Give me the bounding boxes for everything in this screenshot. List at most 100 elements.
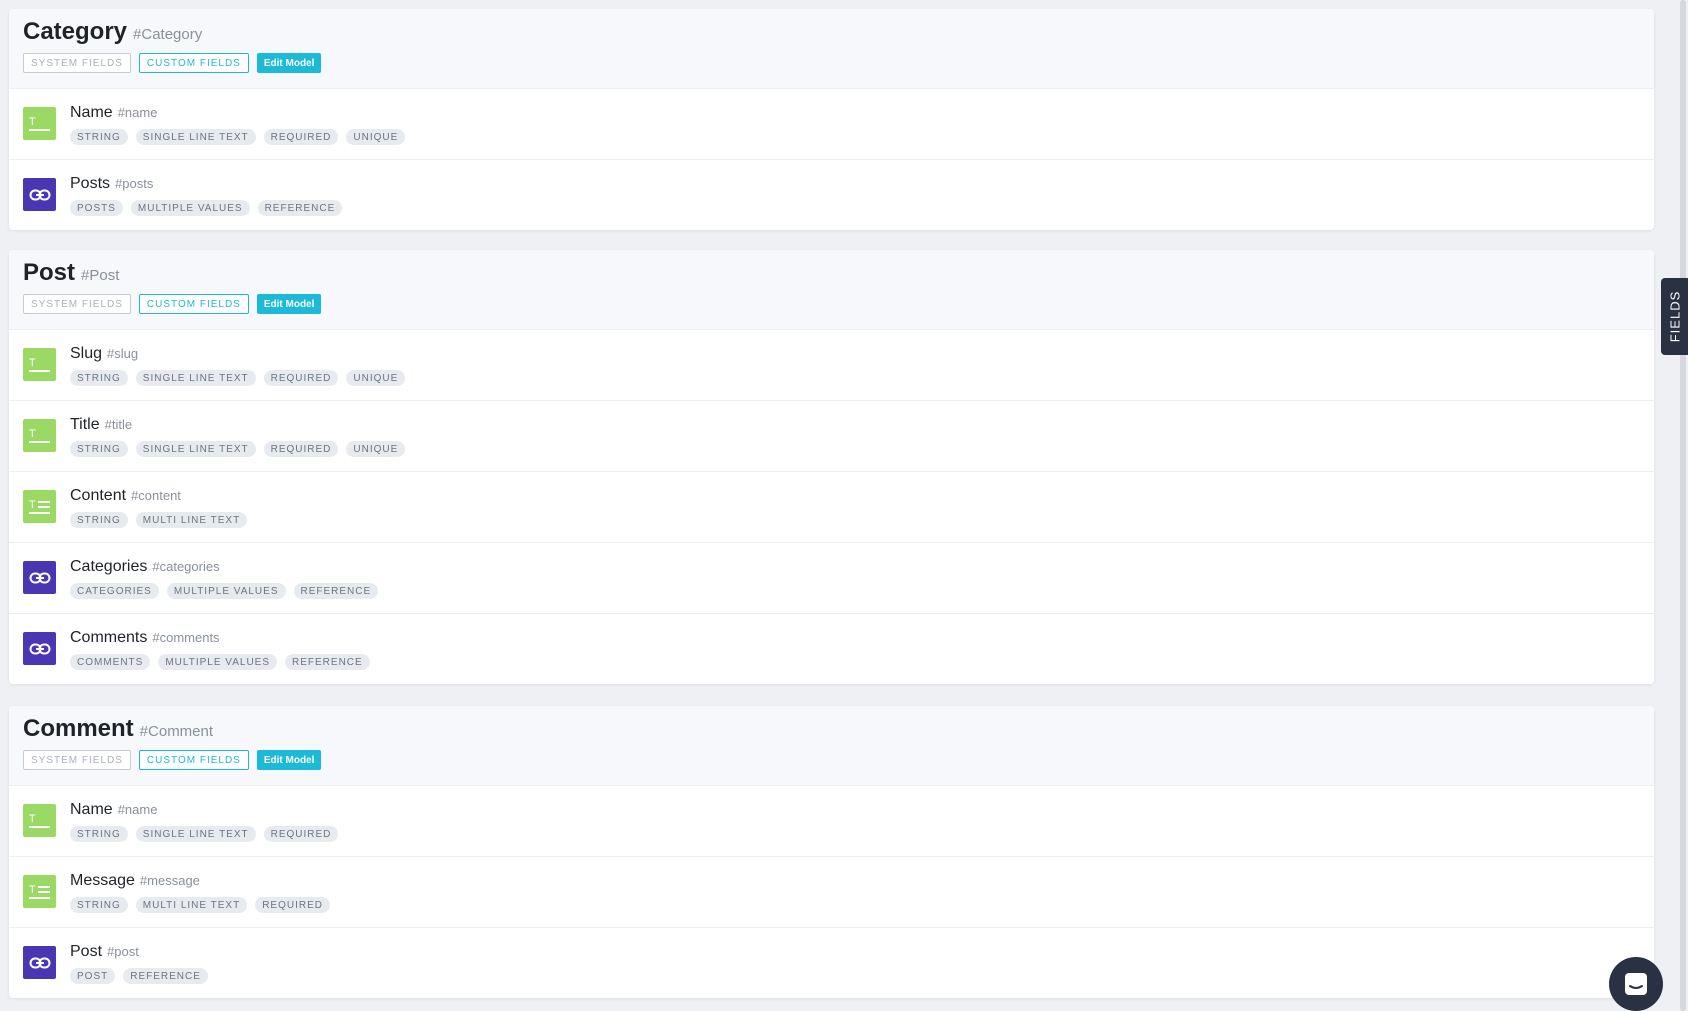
field-title-row: Message #message — [70, 872, 200, 890]
field-row[interactable]: T Name #name STRING SINGLE LINE TEXT REQUIRED… — [9, 88, 1654, 159]
custom-fields-button[interactable]: CUSTOM FIELDS — [138, 750, 249, 770]
field-name: Categories — [70, 558, 148, 575]
field-name: Posts — [70, 175, 111, 192]
field-tag: REFERENCE — [257, 200, 343, 216]
model-api-id: #Post — [81, 267, 120, 284]
field-tag: REFERENCE — [123, 968, 208, 984]
field-tags: POST REFERENCE — [70, 968, 208, 984]
field-tag: REQUIRED — [263, 826, 339, 842]
field-title-row: Slug #slug — [70, 345, 138, 363]
field-tag: STRING — [70, 129, 128, 145]
custom-fields-button[interactable]: CUSTOM FIELDS — [138, 53, 249, 73]
field-name: Post — [70, 943, 103, 960]
field-tags: STRING SINGLE LINE TEXT REQUIRED UNIQUE — [70, 129, 406, 145]
field-tag: UNIQUE — [346, 441, 406, 457]
field-row[interactable]: T Message #message STRING MULTI LINE TEXT REQ… — [9, 856, 1654, 927]
field-tag: MULTIPLE VALUES — [130, 200, 250, 216]
field-tag: CATEGORIES — [70, 583, 159, 599]
field-name: Title — [70, 416, 100, 433]
model-header: Comment #Comment SYSTEM FIELDS CUSTOM FIELD… — [9, 706, 1654, 785]
field-tag: STRING — [70, 897, 128, 913]
edit-model-button[interactable]: Edit Model — [256, 750, 322, 770]
model-api-id: #Comment — [139, 723, 214, 740]
fields-side-tab[interactable]: FIELDS — [1661, 278, 1688, 355]
model-card: Comment #Comment SYSTEM FIELDS CUSTOM FIELD… — [9, 706, 1654, 998]
svg-text:T: T — [29, 357, 36, 369]
model-card: Post #Post SYSTEM FIELDS CUSTOM FIELDS Edit … — [9, 250, 1654, 684]
field-title-row: Categories #categories — [70, 558, 220, 576]
model-api-id: #Category — [133, 26, 203, 43]
field-title-row: Title #title — [70, 416, 132, 434]
scrollbar-thumb[interactable] — [1680, 0, 1686, 1011]
svg-text:T: T — [29, 884, 36, 896]
field-tag: STRING — [70, 370, 128, 386]
field-title-row: Comments #comments — [70, 629, 220, 647]
svg-text:T: T — [29, 813, 36, 825]
model-name: Post — [23, 259, 76, 286]
field-row[interactable]: T Slug #slug STRING SINGLE LINE TEXT REQUIRED… — [9, 329, 1654, 400]
field-api-id: #content — [131, 488, 181, 503]
system-fields-button[interactable]: SYSTEM FIELDS — [23, 294, 131, 314]
model-title-row: Post #Post — [23, 259, 119, 287]
field-tag: SINGLE LINE TEXT — [135, 370, 256, 386]
field-tags: CATEGORIES MULTIPLE VALUES REFERENCE — [70, 583, 379, 599]
model-title-row: Category #Category — [23, 18, 202, 46]
model-actions: SYSTEM FIELDS CUSTOM FIELDS Edit Model — [23, 750, 322, 770]
field-name: Comments — [70, 629, 148, 646]
field-tags: COMMENTS MULTIPLE VALUES REFERENCE — [70, 654, 370, 670]
field-tags: STRING MULTI LINE TEXT REQUIRED — [70, 897, 330, 913]
edit-model-button[interactable]: Edit Model — [256, 294, 322, 314]
schema-models-list: Category #Category SYSTEM FIELDS CUSTOM FIE… — [0, 0, 1688, 1011]
field-title-row: Post #post — [70, 943, 139, 961]
system-fields-button[interactable]: SYSTEM FIELDS — [23, 53, 131, 73]
field-tags: STRING MULTI LINE TEXT — [70, 512, 248, 528]
system-fields-button[interactable]: SYSTEM FIELDS — [23, 750, 131, 770]
svg-text:T: T — [29, 428, 36, 440]
edit-model-button[interactable]: Edit Model — [256, 53, 322, 73]
field-tag: REQUIRED — [255, 897, 330, 913]
custom-fields-button[interactable]: CUSTOM FIELDS — [138, 294, 249, 314]
model-name: Category — [23, 18, 128, 45]
fields-side-tab-label: FIELDS — [1667, 290, 1683, 343]
field-row[interactable]: Post #post POST REFERENCE — [9, 927, 1654, 998]
page-scrollbar[interactable] — [1678, 0, 1688, 1011]
reference-link-icon — [23, 561, 56, 594]
single-line-text-icon: T — [23, 348, 56, 381]
field-tag: REQUIRED — [263, 129, 339, 145]
model-title-row: Comment #Comment — [23, 715, 213, 743]
svg-text:T: T — [29, 116, 36, 128]
field-tag: UNIQUE — [346, 370, 406, 386]
field-tag: STRING — [70, 826, 128, 842]
field-row[interactable]: T Name #name STRING SINGLE LINE TEXT REQUIRED — [9, 785, 1654, 856]
reference-link-icon — [23, 178, 56, 211]
field-tag: SINGLE LINE TEXT — [135, 441, 256, 457]
model-actions: SYSTEM FIELDS CUSTOM FIELDS Edit Model — [23, 294, 322, 314]
field-title-row: Name #name — [70, 104, 157, 122]
field-row[interactable]: T Title #title STRING SINGLE LINE TEXT REQUIR… — [9, 400, 1654, 471]
field-tags: POSTS MULTIPLE VALUES REFERENCE — [70, 200, 343, 216]
field-api-id: #post — [107, 944, 139, 959]
field-api-id: #posts — [115, 176, 154, 191]
multi-line-text-icon: T — [23, 490, 56, 523]
field-tag: COMMENTS — [70, 654, 151, 670]
field-row[interactable]: Comments #comments COMMENTS MULTIPLE VALUES… — [9, 613, 1654, 684]
model-actions: SYSTEM FIELDS CUSTOM FIELDS Edit Model — [23, 53, 322, 73]
field-tag: REQUIRED — [263, 370, 339, 386]
field-tag: POST — [70, 968, 116, 984]
field-tag: POSTS — [70, 200, 123, 216]
single-line-text-icon: T — [23, 419, 56, 452]
field-row[interactable]: Posts #posts POSTS MULTIPLE VALUES REFERENCE — [9, 159, 1654, 230]
reference-link-icon — [23, 632, 56, 665]
field-name: Name — [70, 801, 113, 818]
field-title-row: Posts #posts — [70, 175, 153, 193]
field-row[interactable]: T Content #content STRING MULTI LINE TEXT — [9, 471, 1654, 542]
model-header: Category #Category SYSTEM FIELDS CUSTOM FIE… — [9, 9, 1654, 88]
field-name: Content — [70, 487, 127, 504]
field-row[interactable]: Categories #categories CATEGORIES MULTIPLE … — [9, 542, 1654, 613]
chat-widget-button[interactable] — [1609, 957, 1663, 1011]
multi-line-text-icon: T — [23, 875, 56, 908]
field-title-row: Name #name — [70, 801, 157, 819]
field-name: Message — [70, 872, 135, 889]
field-tag: REQUIRED — [263, 441, 339, 457]
field-name: Slug — [70, 345, 103, 362]
